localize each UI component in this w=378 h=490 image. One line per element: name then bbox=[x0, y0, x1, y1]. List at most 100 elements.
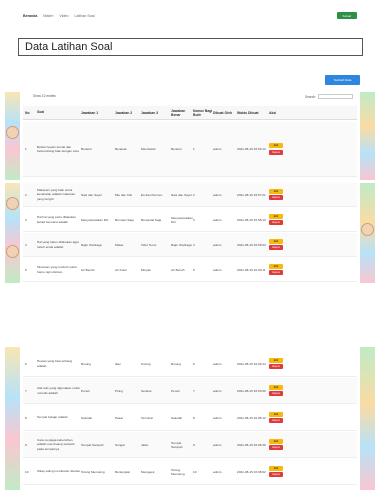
nav-link-materi[interactable]: Materi bbox=[43, 14, 53, 18]
edit-button[interactable]: Edit bbox=[269, 213, 283, 219]
table-row: 5 Tanaman yang tumbuh subur harus rajin … bbox=[23, 258, 357, 282]
cell-jawaban-1: Nasi dan Sayur bbox=[81, 192, 103, 197]
edit-button[interactable]: Edit bbox=[269, 438, 283, 444]
cell-jawaban-3: Terminal bbox=[141, 415, 153, 420]
edit-button[interactable]: Edit bbox=[269, 411, 283, 417]
edit-button[interactable]: Edit bbox=[269, 188, 283, 194]
cell-aksi: Edit Hapus bbox=[269, 465, 289, 478]
add-data-button[interactable]: Tambah Data bbox=[325, 75, 360, 85]
delete-button[interactable]: Hapus bbox=[269, 418, 283, 424]
decorative-art-right bbox=[360, 92, 375, 180]
cell-jawaban-benar: Menyelamatkan Diri bbox=[171, 215, 193, 224]
header-jawaban-3[interactable]: Jawaban 3 bbox=[141, 111, 171, 115]
cell-aksi: Edit Hapus bbox=[269, 384, 289, 397]
cell-dibuat-oleh: admin bbox=[213, 388, 222, 393]
delete-button[interactable]: Hapus bbox=[269, 149, 283, 155]
cell-jawaban-1: Tolong Menolong bbox=[81, 469, 105, 474]
edit-button[interactable]: Edit bbox=[269, 357, 283, 363]
cartoon-face-icon bbox=[6, 197, 19, 210]
table-card-1: Show 10 entries Search: No Soal Jawaban … bbox=[5, 92, 375, 180]
show-entries[interactable]: Show 10 entries bbox=[33, 94, 56, 98]
delete-button[interactable]: Hapus bbox=[269, 364, 283, 370]
cell-jawaban-1: Pensil bbox=[81, 388, 90, 393]
cell-aksi: Edit Hapus bbox=[269, 357, 289, 370]
cell-nomor: 1 bbox=[193, 147, 195, 151]
nav-link-video[interactable]: Video bbox=[59, 14, 68, 18]
cell-dibuat-oleh: admin bbox=[213, 192, 222, 197]
edit-button[interactable]: Edit bbox=[269, 384, 283, 390]
cell-soal: Tempat belajar adalah bbox=[37, 415, 68, 420]
cell-nomor: 7 bbox=[193, 388, 195, 393]
edit-button[interactable]: Edit bbox=[269, 263, 283, 269]
cell-jawaban-1: Bertelur bbox=[81, 147, 92, 151]
header-dibuat-oleh[interactable]: Dibuat Oleh bbox=[213, 111, 237, 115]
delete-button[interactable]: Hapus bbox=[269, 220, 283, 226]
cell-aksi: Edit Hapus bbox=[269, 263, 289, 276]
navbar: Beranda Materi Video Latihan Soal Keluar bbox=[23, 6, 363, 26]
table-row: 3 Hal hal yang perlu dilakukan ketika be… bbox=[23, 208, 357, 232]
header-jawaban-benar[interactable]: Jawaban Benar bbox=[171, 109, 193, 117]
logout-button[interactable]: Keluar bbox=[337, 12, 357, 19]
cell-waktu: 2021-08-15 15:59:03 bbox=[237, 242, 266, 247]
cell-jawaban-1: Air Bersih bbox=[81, 267, 95, 272]
header-soal[interactable]: Soal bbox=[37, 110, 81, 114]
delete-button[interactable]: Hapus bbox=[269, 472, 283, 478]
cell-jawaban-1: Rajin Olahraga bbox=[81, 242, 102, 247]
header-nomor[interactable]: Nomor Bagi Butir bbox=[193, 109, 213, 117]
cell-no: 4 bbox=[25, 242, 27, 247]
cell-waktu: 2021-08-15 16:05:12 bbox=[237, 415, 266, 420]
delete-button[interactable]: Hapus bbox=[269, 391, 283, 397]
table-row: 1 Bebek hewan ternak dan berkembang biak… bbox=[23, 122, 357, 177]
header-waktu[interactable]: Waktu Dibuat bbox=[237, 111, 269, 115]
cell-waktu: 2021-08-15 16:03:50 bbox=[237, 388, 266, 393]
delete-button[interactable]: Hapus bbox=[269, 270, 283, 276]
header-jawaban-1[interactable]: Jawaban 1 bbox=[81, 111, 115, 115]
cell-nomor: 8 bbox=[193, 415, 195, 420]
cell-jawaban-3: Tidur Terus bbox=[141, 242, 157, 247]
cell-jawaban-1: Burung bbox=[81, 361, 91, 366]
edit-button[interactable]: Edit bbox=[269, 465, 283, 471]
cell-soal: Hewan yang bisa terbang adalah bbox=[37, 359, 73, 368]
cell-jawaban-benar: Pensil bbox=[171, 388, 180, 393]
cell-no: 8 bbox=[25, 415, 27, 420]
nav-link-latihan-soal[interactable]: Latihan Soal bbox=[75, 14, 95, 18]
cell-jawaban-benar: Rajin Olahraga bbox=[171, 242, 192, 247]
cell-no: 3 bbox=[25, 217, 27, 222]
cell-jawaban-3: Es dan Permen bbox=[141, 192, 163, 197]
table-card-2: 2 Makanan yang baik untuk kesehatan adal… bbox=[5, 183, 375, 283]
table-row: 2 Makanan yang baik untuk kesehatan adal… bbox=[23, 183, 357, 207]
entries-select[interactable]: 10 bbox=[42, 94, 46, 98]
delete-button[interactable]: Hapus bbox=[269, 445, 283, 451]
cell-jawaban-benar: Tempat Sampah bbox=[171, 440, 183, 449]
cell-waktu: 2021-08-15 16:02:44 bbox=[237, 361, 266, 366]
cell-no: 6 bbox=[25, 361, 27, 366]
cell-aksi: Edit Hapus bbox=[269, 438, 289, 451]
nav-link-beranda[interactable]: Beranda bbox=[23, 14, 37, 18]
header-jawaban-2[interactable]: Jawaban 2 bbox=[115, 111, 141, 115]
cell-jawaban-2: Bermain Saja bbox=[115, 217, 134, 222]
table-row: 6 Hewan yang bisa terbang adalah Burung … bbox=[23, 351, 357, 377]
cell-dibuat-oleh: admin bbox=[213, 242, 222, 247]
cell-dibuat-oleh: admin bbox=[213, 147, 222, 151]
search-label: Search: bbox=[305, 94, 316, 99]
cell-aksi: Edit Hapus bbox=[269, 238, 289, 251]
cell-no: 5 bbox=[25, 267, 27, 272]
header-no[interactable]: No bbox=[23, 111, 37, 115]
table-row: 10 Sikap saling membantu disebut Tolong … bbox=[23, 459, 357, 485]
edit-button[interactable]: Edit bbox=[269, 238, 283, 244]
cell-aksi: Edit Hapus bbox=[269, 213, 289, 226]
cell-soal: Cara menjaga kebersihan adalah membuang … bbox=[37, 438, 75, 451]
delete-button[interactable]: Hapus bbox=[269, 245, 283, 251]
cell-jawaban-benar: Nasi dan Sayur bbox=[171, 192, 193, 197]
search-input[interactable] bbox=[318, 94, 353, 99]
cell-jawaban-benar: Sekolah bbox=[171, 415, 183, 420]
cell-dibuat-oleh: admin bbox=[213, 267, 222, 272]
edit-button[interactable]: Edit bbox=[269, 143, 283, 149]
show-label: Show bbox=[33, 94, 41, 98]
cell-jawaban-3: Membelah bbox=[141, 147, 156, 151]
cell-dibuat-oleh: admin bbox=[213, 415, 222, 420]
cell-jawaban-3: Mengejek bbox=[141, 469, 155, 474]
delete-button[interactable]: Hapus bbox=[269, 195, 283, 201]
cell-soal: Bebek hewan ternak dan berkembang biak d… bbox=[37, 144, 79, 153]
cell-dibuat-oleh: admin bbox=[213, 361, 222, 366]
